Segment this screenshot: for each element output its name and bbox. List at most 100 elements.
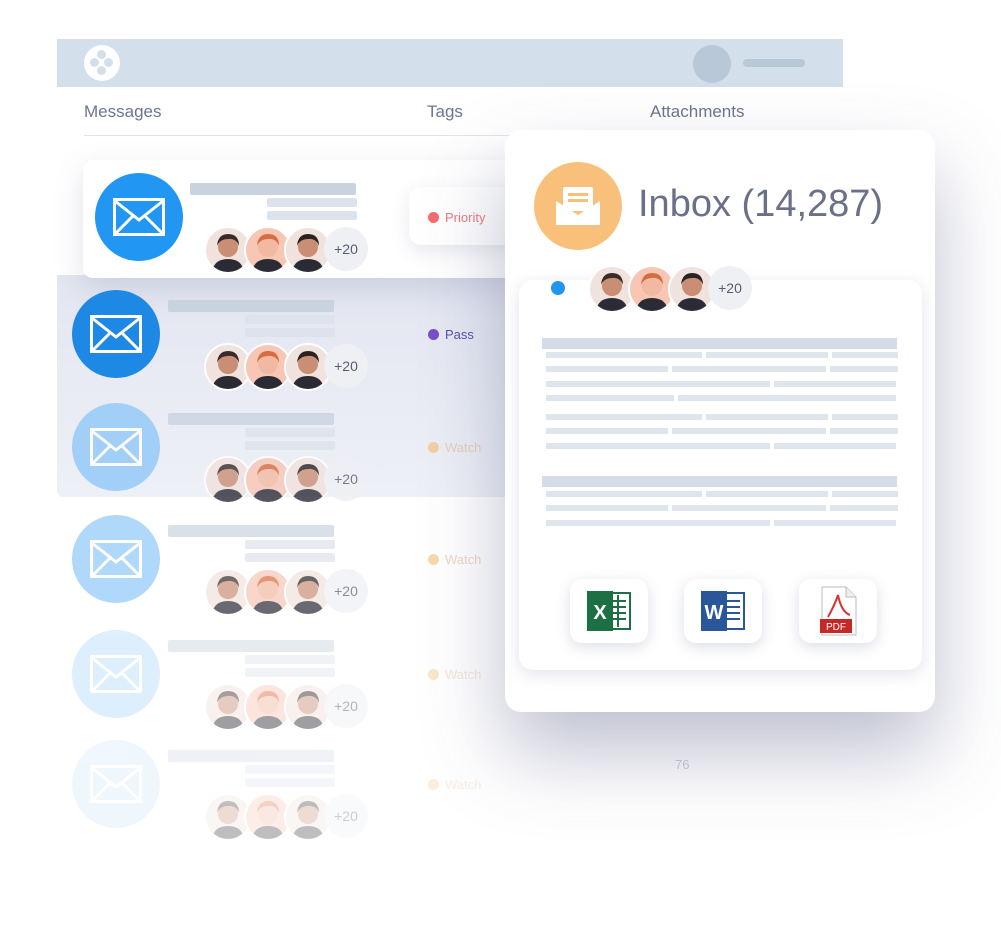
preview-placeholder (267, 211, 357, 220)
tag-dot-icon (428, 669, 439, 680)
more-participants-badge[interactable]: +20 (324, 569, 368, 613)
inbox-title: Inbox (14,287) (638, 183, 883, 226)
text-line-placeholder (546, 414, 702, 420)
text-line-placeholder (546, 395, 674, 401)
subject-placeholder (168, 750, 334, 762)
tag-label[interactable]: Pass (428, 327, 474, 342)
subject-placeholder (190, 183, 356, 195)
tag-label[interactable]: Watch (428, 777, 481, 792)
column-header-tags: Tags (427, 102, 463, 121)
text-line-placeholder (672, 505, 826, 511)
column-header-attachments: Attachments (650, 102, 745, 121)
tag-text: Pass (445, 327, 474, 342)
message-row[interactable]: +20 Watch (0, 403, 520, 513)
envelope-icon (72, 290, 160, 378)
more-participants-badge[interactable]: +20 (324, 794, 368, 838)
text-line-placeholder (546, 366, 668, 372)
text-line-placeholder (830, 505, 898, 511)
text-line-placeholder (832, 352, 898, 358)
tag-text: Watch (445, 440, 482, 455)
preview-placeholder (245, 540, 335, 549)
text-line-placeholder (678, 395, 896, 401)
text-line-placeholder (830, 366, 898, 372)
more-participants-badge[interactable]: +20 (324, 457, 368, 501)
text-line-placeholder (774, 381, 896, 387)
text-line-placeholder (774, 443, 896, 449)
tag-dot-icon (428, 779, 439, 790)
text-line-placeholder (672, 428, 826, 434)
preview-placeholder (267, 198, 357, 207)
tag-text: Watch (445, 667, 482, 682)
envelope-icon (72, 403, 160, 491)
text-line-placeholder (546, 428, 668, 434)
app-logo-icon (84, 45, 120, 81)
preview-placeholder (245, 441, 335, 450)
header-divider (84, 135, 514, 136)
more-participants-badge[interactable]: +20 (324, 344, 368, 388)
text-line-placeholder (832, 491, 898, 497)
tag-label[interactable]: Watch (428, 440, 481, 455)
subject-placeholder (168, 300, 334, 312)
text-line-placeholder (546, 505, 668, 511)
preview-placeholder (245, 765, 335, 774)
tag-dot-icon (428, 554, 439, 565)
text-line-placeholder (830, 428, 898, 434)
svg-text:X: X (593, 602, 607, 624)
preview-placeholder (245, 328, 335, 337)
tag-text: Watch (445, 777, 482, 792)
subject-placeholder (168, 640, 334, 652)
text-line-placeholder (706, 491, 828, 497)
attachment-excel-icon[interactable]: X (570, 579, 648, 643)
attachment-pdf-icon[interactable]: PDF (799, 579, 877, 643)
tag-label[interactable]: Watch (428, 667, 481, 682)
preview-placeholder (245, 655, 335, 664)
more-participants-badge[interactable]: +20 (324, 684, 368, 728)
message-row[interactable]: +20 Watch (0, 515, 520, 625)
text-line-placeholder (706, 414, 828, 420)
message-row[interactable]: +20 Watch (0, 740, 520, 850)
more-participants-badge[interactable]: +20 (324, 227, 368, 271)
inbox-more-participants[interactable]: +20 (708, 266, 752, 310)
paragraph-heading-placeholder (542, 476, 897, 487)
text-line-placeholder (706, 352, 828, 358)
unread-dot (551, 281, 565, 295)
attachment-count: 76 (675, 757, 690, 772)
text-line-placeholder (546, 520, 770, 526)
preview-placeholder (245, 553, 335, 562)
text-line-placeholder (832, 414, 898, 420)
preview-placeholder (245, 778, 335, 787)
text-line-placeholder (672, 366, 826, 372)
envelope-icon (72, 630, 160, 718)
message-row[interactable]: +20 Watch (0, 630, 520, 740)
paragraph-heading-placeholder (542, 338, 897, 349)
preview-placeholder (245, 315, 335, 324)
preview-placeholder (245, 428, 335, 437)
user-avatar[interactable] (693, 45, 731, 83)
tag-dot-icon (428, 329, 439, 340)
tag-dot-icon (428, 212, 439, 223)
tag-dot-icon (428, 442, 439, 453)
preview-placeholder (245, 668, 335, 677)
text-line-placeholder (774, 520, 896, 526)
inbox-icon (534, 162, 622, 250)
text-line-placeholder (546, 381, 770, 387)
message-row[interactable]: +20 Priority (0, 173, 520, 283)
attachment-word-icon[interactable]: W (684, 579, 762, 643)
inbox-title-text: Inbox (638, 183, 731, 225)
envelope-icon (72, 740, 160, 828)
subject-placeholder (168, 413, 334, 425)
user-name-placeholder (743, 59, 805, 67)
tag-label[interactable]: Priority (428, 210, 485, 225)
envelope-icon (95, 173, 183, 261)
message-row[interactable]: +20 Pass (0, 290, 520, 400)
text-line-placeholder (546, 491, 702, 497)
text-line-placeholder (546, 443, 770, 449)
subject-placeholder (168, 525, 334, 537)
inbox-count: (14,287) (741, 183, 884, 225)
svg-text:PDF: PDF (826, 622, 846, 633)
column-header-messages: Messages (84, 102, 162, 121)
text-line-placeholder (546, 352, 702, 358)
tag-label[interactable]: Watch (428, 552, 481, 567)
tag-text: Priority (445, 210, 486, 225)
envelope-icon (72, 515, 160, 603)
